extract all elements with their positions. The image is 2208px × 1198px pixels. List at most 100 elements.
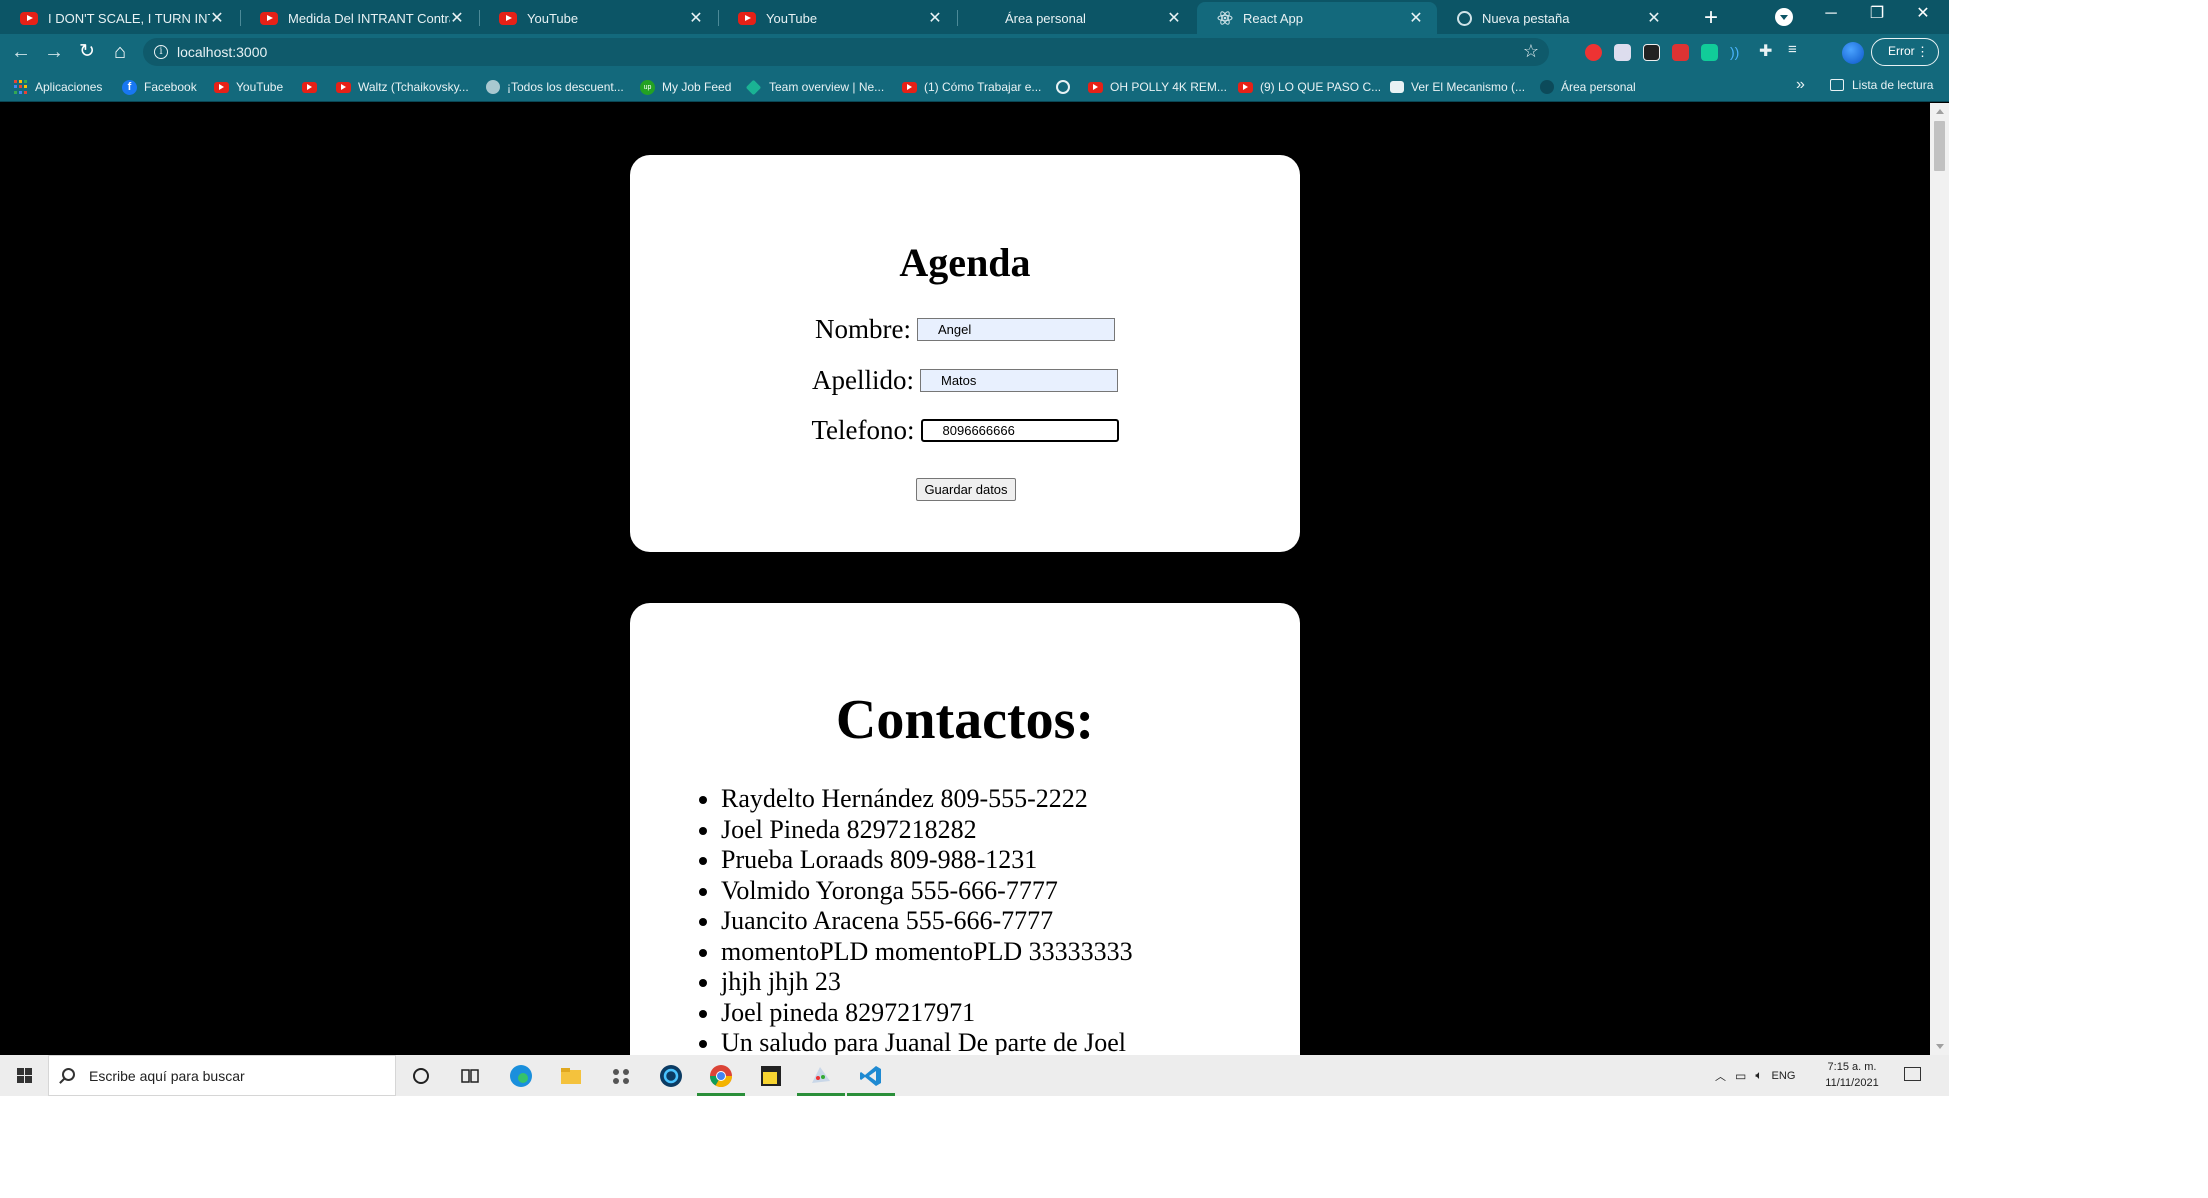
tab-title: I DON'T SCALE, I TURN INTO A G xyxy=(48,10,210,26)
task-view-icon[interactable] xyxy=(457,1063,483,1089)
scroll-thumb[interactable] xyxy=(1934,121,1945,171)
address-bar[interactable]: i localhost:3000 ☆ xyxy=(143,38,1549,66)
site-icon xyxy=(486,80,500,94)
close-icon[interactable]: ✕ xyxy=(1409,8,1423,28)
bookmark-youtube[interactable]: YouTube xyxy=(214,78,283,96)
bookmark-como-trabajar[interactable]: (1) Cómo Trabajar e... xyxy=(902,78,1041,96)
youtube-icon xyxy=(214,81,229,93)
extension-pen-icon[interactable] xyxy=(1701,44,1718,61)
nombre-input[interactable] xyxy=(916,318,1115,341)
network-icon[interactable]: ▭ xyxy=(1735,1069,1746,1083)
bookmark-area-personal[interactable]: Área personal xyxy=(1540,78,1636,96)
more-bookmarks-icon[interactable]: » xyxy=(1796,76,1805,94)
scroll-down-icon[interactable] xyxy=(1936,1044,1944,1049)
profile-error-button[interactable]: Error ⋮ xyxy=(1871,38,1939,66)
reload-button[interactable]: ↻ xyxy=(73,38,101,66)
info-icon[interactable]: i xyxy=(154,45,168,59)
tab-search-icon[interactable] xyxy=(1775,8,1793,26)
close-icon[interactable]: ✕ xyxy=(450,8,464,28)
close-icon[interactable]: ✕ xyxy=(928,8,942,28)
control-icon[interactable] xyxy=(608,1063,634,1089)
cortana-icon[interactable] xyxy=(408,1063,434,1089)
extension-m-icon[interactable] xyxy=(1672,44,1689,61)
scroll-up-icon[interactable] xyxy=(1936,109,1944,114)
youtube-icon xyxy=(336,81,351,93)
windows-logo-icon xyxy=(25,1076,32,1083)
close-icon[interactable]: ✕ xyxy=(1647,8,1661,28)
chrome-icon[interactable] xyxy=(708,1063,734,1089)
clock[interactable]: 7:15 a. m. 11/11/2021 xyxy=(1822,1059,1882,1091)
start-button[interactable] xyxy=(0,1055,48,1096)
reading-list-button[interactable]: Lista de lectura xyxy=(1830,78,1933,92)
avatar[interactable] xyxy=(1842,42,1864,64)
bookmark-youtube-unnamed[interactable] xyxy=(302,78,324,96)
extension-wave-icon[interactable]: )) xyxy=(1730,44,1747,61)
sticky-notes-icon[interactable] xyxy=(758,1063,784,1089)
tab-1[interactable]: I DON'T SCALE, I TURN INTO A G ✕ xyxy=(0,2,238,34)
vscode-icon[interactable] xyxy=(858,1063,884,1089)
tab-6-active[interactable]: React App ✕ xyxy=(1197,2,1437,34)
close-window-button[interactable]: ✕ xyxy=(1900,0,1946,30)
star-icon[interactable]: ☆ xyxy=(1523,41,1539,62)
bookmark-label: OH POLLY 4K REM... xyxy=(1110,80,1227,94)
file-explorer-icon[interactable] xyxy=(558,1063,584,1089)
home-button[interactable]: ⌂ xyxy=(106,38,134,66)
page-scrollbar[interactable] xyxy=(1930,103,1949,1055)
extension-cube-icon[interactable] xyxy=(1614,44,1631,61)
system-tray: ︿ ▭ 🔈︎ ENG xyxy=(1715,1055,1795,1096)
list-item: Un saludo para Juanal De parte de Joel xyxy=(721,1028,1133,1055)
adblock-icon[interactable] xyxy=(1585,44,1602,61)
close-icon[interactable]: ✕ xyxy=(689,8,703,28)
taskbar-search[interactable]: Escribe aquí para buscar xyxy=(48,1055,396,1096)
tab-7[interactable]: Nueva pestaña ✕ xyxy=(1437,2,1675,34)
close-icon[interactable]: ✕ xyxy=(210,8,224,28)
bookmark-team-overview[interactable]: Team overview | Ne... xyxy=(745,78,884,96)
bookmark-descuentos[interactable]: ¡Todos los descuent... xyxy=(486,78,624,96)
bookmark-facebook[interactable]: f Facebook xyxy=(122,78,197,96)
tab-2[interactable]: Medida Del INTRANT Contra UB ✕ xyxy=(240,2,478,34)
clock-time: 7:15 a. m. xyxy=(1827,1061,1877,1073)
contacts-card: Contactos: Raydelto Hernández 809-555-22… xyxy=(630,603,1300,1055)
puzzle-icon[interactable]: ✚ xyxy=(1759,41,1776,60)
cortex-app-icon[interactable] xyxy=(658,1063,684,1089)
page-viewport: Agenda Nombre: Apellido: Telefono: Guard… xyxy=(0,103,1930,1055)
bookmark-label: Facebook xyxy=(144,80,197,94)
volume-icon[interactable]: 🔈︎ xyxy=(1755,1068,1762,1083)
new-tab-button[interactable]: + xyxy=(1697,4,1725,32)
bookmark-apps[interactable]: Aplicaciones xyxy=(14,78,102,96)
agenda-title: Agenda xyxy=(899,240,1031,285)
telefono-input[interactable] xyxy=(920,419,1119,442)
clock-date: 11/11/2021 xyxy=(1825,1077,1879,1089)
bookmark-globe[interactable] xyxy=(1056,78,1077,96)
back-button[interactable]: ← xyxy=(7,38,35,66)
bookmark-mecanismo[interactable]: Ver El Mecanismo (... xyxy=(1390,78,1525,96)
save-button[interactable]: Guardar datos xyxy=(916,478,1016,501)
youtube-icon xyxy=(260,11,278,25)
tab-5[interactable]: Área personal ✕ xyxy=(957,2,1195,34)
vscode-active-indicator xyxy=(847,1093,895,1096)
bookmark-label: YouTube xyxy=(236,80,284,94)
paint-icon[interactable] xyxy=(808,1063,834,1089)
bookmark-waltz[interactable]: Waltz (Tchaikovsky... xyxy=(336,78,469,96)
bookmark-lo-que-paso[interactable]: (9) LO QUE PASO C... xyxy=(1238,78,1381,96)
tab-3[interactable]: YouTube ✕ xyxy=(479,2,717,34)
forward-button[interactable]: → xyxy=(40,38,68,66)
language-indicator[interactable]: ENG xyxy=(1772,1070,1796,1082)
chevron-up-icon[interactable]: ︿ xyxy=(1715,1068,1726,1084)
restore-button[interactable]: ❐ xyxy=(1854,0,1900,30)
diamond-icon xyxy=(745,79,762,95)
extension-box-icon[interactable] xyxy=(1643,44,1660,61)
tab-4[interactable]: YouTube ✕ xyxy=(718,2,956,34)
apellido-input[interactable] xyxy=(920,369,1118,392)
edge-icon[interactable] xyxy=(508,1063,534,1089)
bookmark-label: Waltz (Tchaikovsky... xyxy=(358,80,469,94)
minimize-button[interactable]: ─ xyxy=(1808,0,1854,30)
close-icon[interactable]: ✕ xyxy=(1167,8,1181,28)
bookmark-oh-polly[interactable]: OH POLLY 4K REM... xyxy=(1088,78,1227,96)
media-icon[interactable]: ≡ xyxy=(1788,41,1805,58)
bookmark-job-feed[interactable]: up My Job Feed xyxy=(640,78,731,96)
menu-icon[interactable]: ⋮ xyxy=(1916,39,1929,64)
notifications-icon[interactable] xyxy=(1904,1067,1921,1081)
url-text: localhost:3000 xyxy=(177,44,268,60)
tab-strip: I DON'T SCALE, I TURN INTO A G ✕ Medida … xyxy=(0,0,1949,34)
